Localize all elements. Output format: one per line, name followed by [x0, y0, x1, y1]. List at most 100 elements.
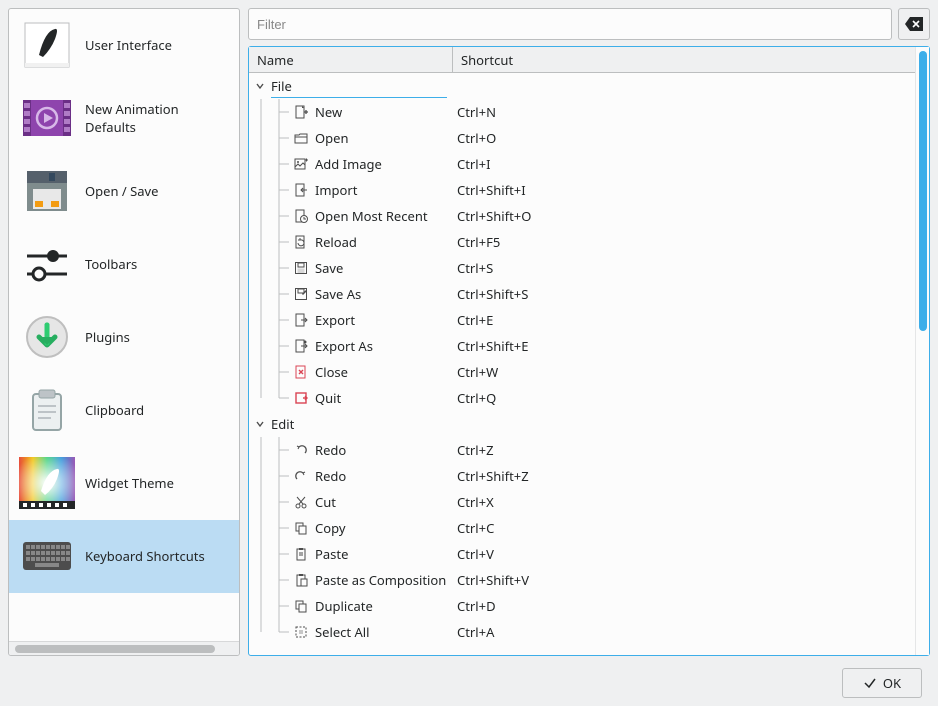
sidebar-item-clipboard[interactable]: Clipboard — [9, 374, 239, 447]
copy-icon — [293, 520, 309, 536]
sidebar-item-plugins[interactable]: Plugins — [9, 301, 239, 374]
action-name: Save As — [315, 285, 453, 303]
action-row[interactable]: Add Image Ctrl+I — [249, 151, 915, 177]
sidebar-item-animation-defaults[interactable]: New Animation Defaults — [9, 82, 239, 155]
action-name: Paste — [315, 545, 453, 563]
action-row[interactable]: Select All Ctrl+A — [249, 619, 915, 645]
redo-icon — [293, 468, 309, 484]
tree-guide — [249, 619, 293, 645]
action-row[interactable]: Save Ctrl+S — [249, 255, 915, 281]
chevron-down-icon — [253, 417, 267, 431]
column-header-name[interactable]: Name — [249, 47, 453, 72]
sidebar-item-open-save[interactable]: Open / Save — [9, 155, 239, 228]
column-header-shortcut[interactable]: Shortcut — [453, 47, 915, 72]
duplicate-icon — [293, 598, 309, 614]
select-all-icon — [293, 624, 309, 640]
action-name: Open Most Recent — [315, 207, 453, 225]
tree-guide — [249, 307, 293, 333]
group-label: Edit — [271, 415, 294, 433]
action-name: Quit — [315, 389, 453, 407]
ok-button[interactable]: OK — [842, 668, 922, 698]
category-sidebar: User Interface New Animation Defaults Op… — [8, 8, 240, 656]
tree-guide — [249, 99, 293, 125]
sidebar-item-label: New Animation Defaults — [85, 100, 229, 136]
sidebar-item-label: Clipboard — [85, 401, 229, 419]
action-row[interactable]: Save As Ctrl+Shift+S — [249, 281, 915, 307]
action-row[interactable]: Quit Ctrl+Q — [249, 385, 915, 411]
action-shortcut: Ctrl+D — [453, 597, 915, 615]
reload-icon — [293, 234, 309, 250]
undo-icon — [293, 442, 309, 458]
action-name: Copy — [315, 519, 453, 537]
sliders-icon — [19, 238, 75, 290]
file-import-icon — [293, 182, 309, 198]
action-row[interactable]: Open Ctrl+O — [249, 125, 915, 151]
tree-guide — [249, 177, 293, 203]
action-row[interactable]: Copy Ctrl+C — [249, 515, 915, 541]
keyboard-icon — [19, 530, 75, 582]
tree-guide — [249, 151, 293, 177]
action-shortcut: Ctrl+A — [453, 623, 915, 641]
action-shortcut: Ctrl+I — [453, 155, 915, 173]
tree-guide — [249, 125, 293, 151]
action-shortcut: Ctrl+W — [453, 363, 915, 381]
clear-filter-button[interactable] — [898, 8, 930, 40]
tree-guide — [249, 437, 293, 463]
tree-guide — [249, 515, 293, 541]
action-row[interactable]: Reload Ctrl+F5 — [249, 229, 915, 255]
save-icon — [293, 260, 309, 276]
tree-guide — [249, 593, 293, 619]
group-row-file[interactable]: File — [249, 73, 915, 99]
action-row[interactable]: Export Ctrl+E — [249, 307, 915, 333]
action-row[interactable]: Duplicate Ctrl+D — [249, 593, 915, 619]
action-shortcut: Ctrl+F5 — [453, 233, 915, 251]
action-row[interactable]: New Ctrl+N — [249, 99, 915, 125]
action-name: Close — [315, 363, 453, 381]
action-row[interactable]: Paste as Composition Ctrl+Shift+V — [249, 567, 915, 593]
group-label: File — [271, 77, 292, 95]
group-row-edit[interactable]: Edit — [249, 411, 915, 437]
action-row[interactable]: Import Ctrl+Shift+I — [249, 177, 915, 203]
action-shortcut: Ctrl+Shift+V — [453, 571, 915, 589]
sidebar-item-widget-theme[interactable]: Widget Theme — [9, 447, 239, 520]
ok-button-label: OK — [883, 674, 901, 692]
action-row[interactable]: Close Ctrl+W — [249, 359, 915, 385]
tree-header: Name Shortcut — [249, 47, 915, 73]
action-shortcut: Ctrl+X — [453, 493, 915, 511]
action-name: Save — [315, 259, 453, 277]
sidebar-item-label: Keyboard Shortcuts — [85, 547, 229, 565]
action-name: Duplicate — [315, 597, 453, 615]
action-row[interactable]: Paste Ctrl+V — [249, 541, 915, 567]
tree-scrollbar[interactable] — [915, 47, 929, 655]
action-shortcut: Ctrl+S — [453, 259, 915, 277]
clipboard-icon — [19, 384, 75, 436]
tree-guide — [249, 359, 293, 385]
sidebar-scrollbar[interactable] — [9, 641, 239, 655]
action-row[interactable]: Cut Ctrl+X — [249, 489, 915, 515]
action-shortcut: Ctrl+Shift+S — [453, 285, 915, 303]
action-row[interactable]: Export As Ctrl+Shift+E — [249, 333, 915, 359]
sidebar-item-keyboard-shortcuts[interactable]: Keyboard Shortcuts — [9, 520, 239, 593]
sidebar-item-label: User Interface — [85, 36, 229, 54]
action-shortcut: Ctrl+E — [453, 311, 915, 329]
export-icon — [293, 312, 309, 328]
action-shortcut: Ctrl+V — [453, 545, 915, 563]
save-as-icon — [293, 286, 309, 302]
action-name: New — [315, 103, 453, 121]
tree-guide — [249, 489, 293, 515]
tree-guide — [249, 255, 293, 281]
close-icon — [293, 364, 309, 380]
action-shortcut: Ctrl+O — [453, 129, 915, 147]
action-name: Redo — [315, 441, 453, 459]
sidebar-item-user-interface[interactable]: User Interface — [9, 9, 239, 82]
action-row[interactable]: Redo Ctrl+Shift+Z — [249, 463, 915, 489]
action-row[interactable]: Redo Ctrl+Z — [249, 437, 915, 463]
filter-input[interactable] — [248, 8, 892, 40]
tree-guide — [249, 229, 293, 255]
action-shortcut: Ctrl+Shift+O — [453, 207, 915, 225]
action-name: Reload — [315, 233, 453, 251]
brush-doc-icon — [19, 19, 75, 71]
sidebar-item-toolbars[interactable]: Toolbars — [9, 228, 239, 301]
folder-open-icon — [293, 130, 309, 146]
action-row[interactable]: Open Most Recent Ctrl+Shift+O — [249, 203, 915, 229]
